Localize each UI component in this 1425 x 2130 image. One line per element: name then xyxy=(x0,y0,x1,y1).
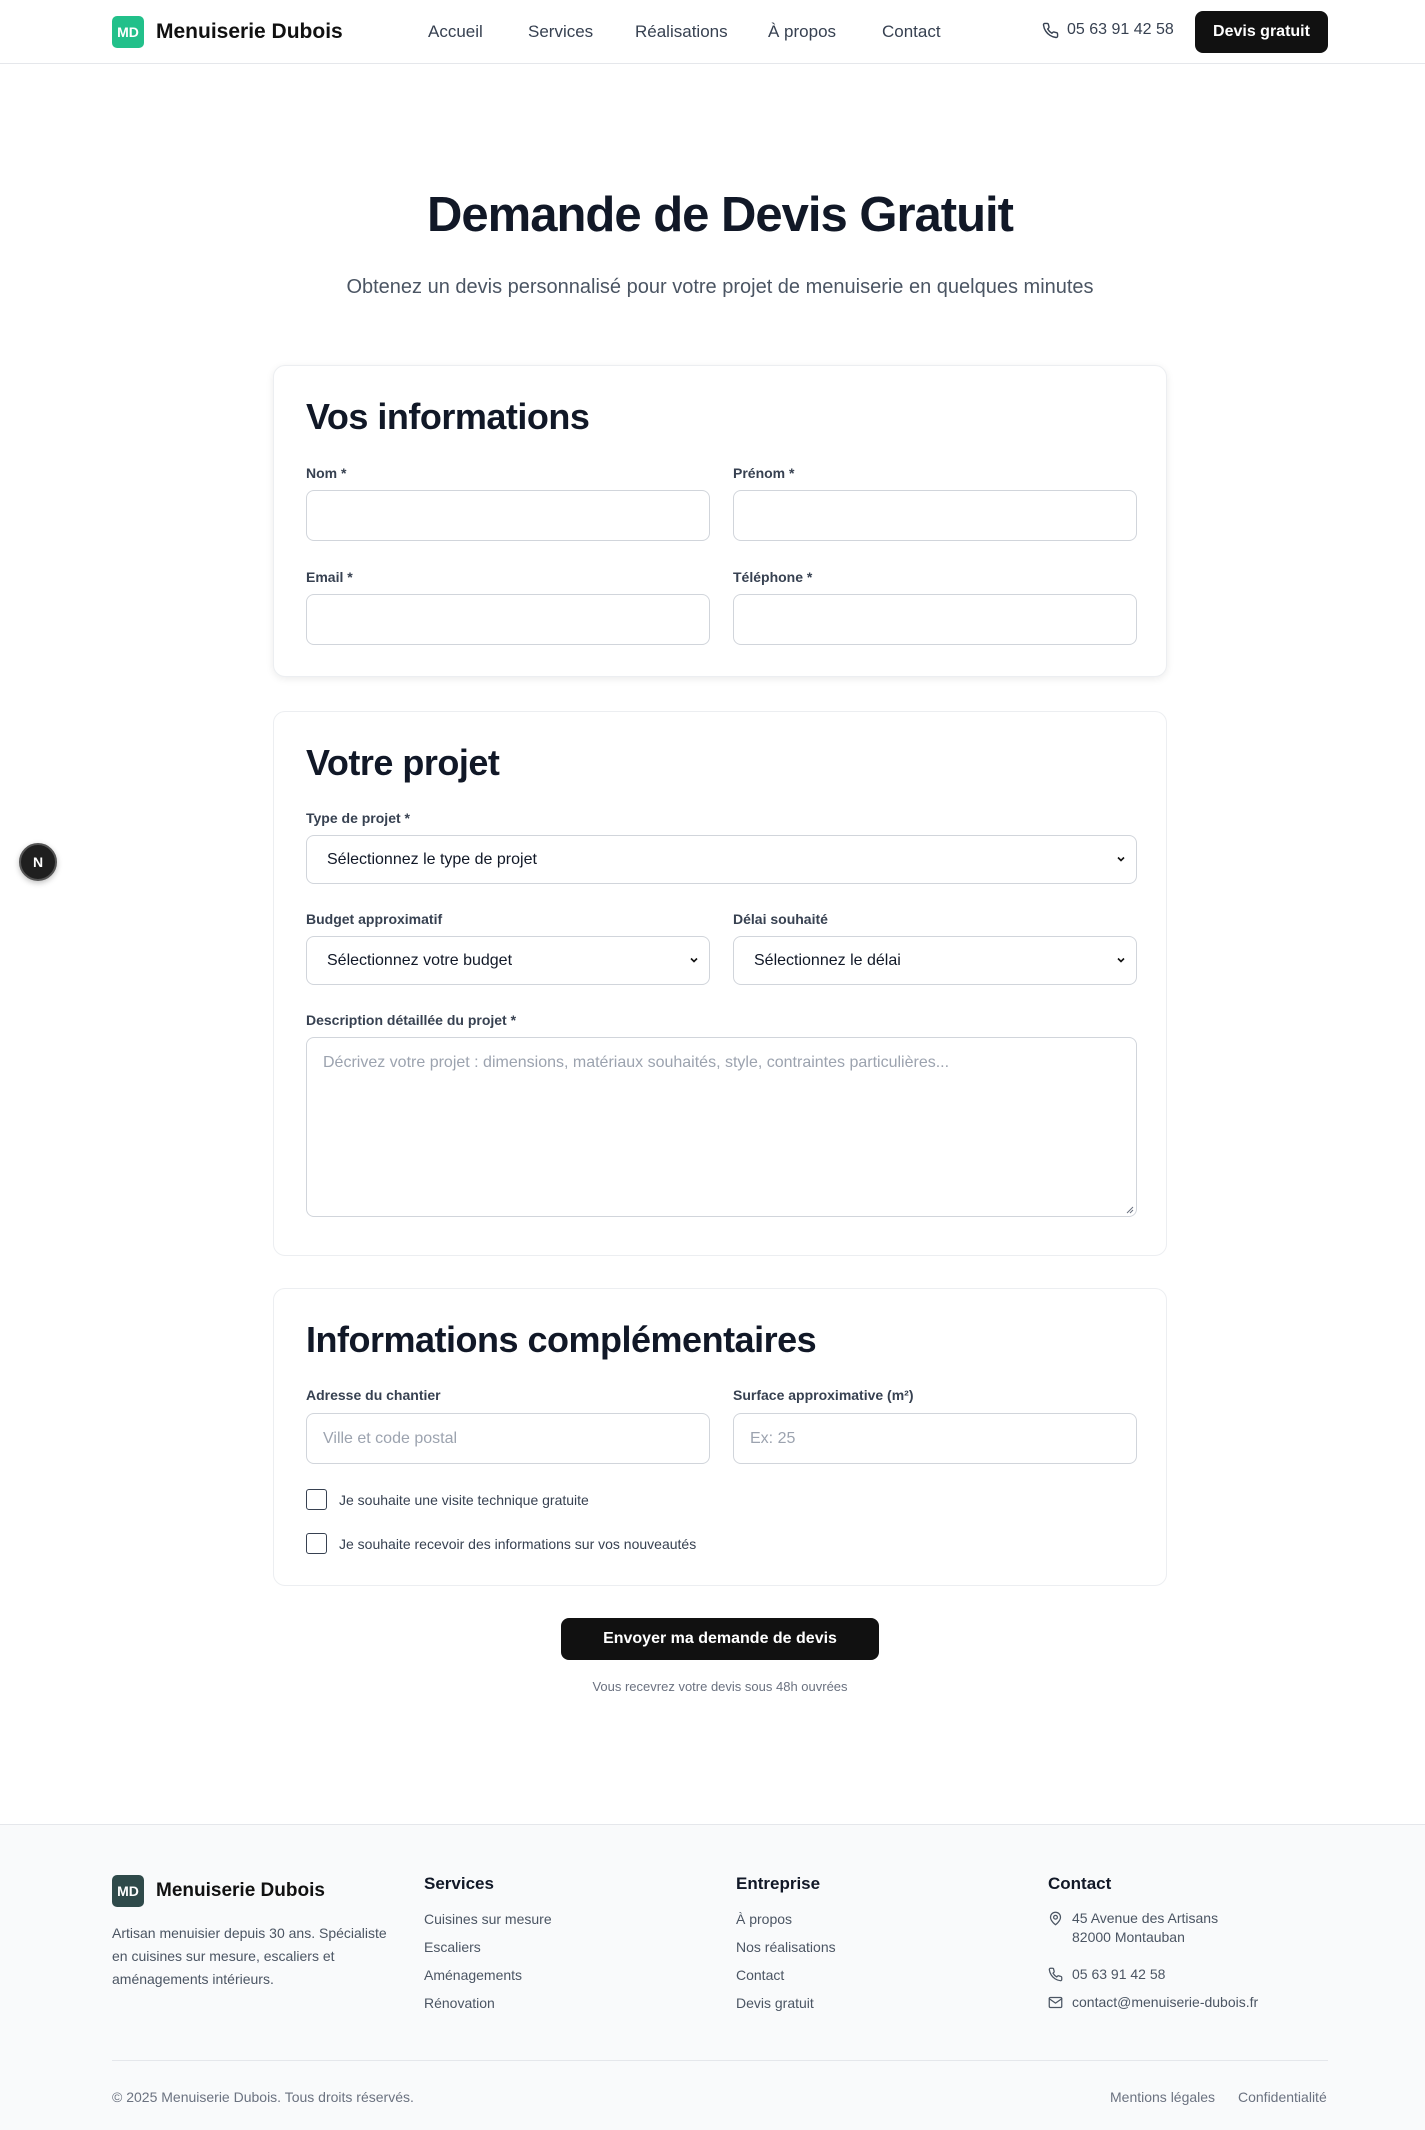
nav-realisations[interactable]: Réalisations xyxy=(635,22,728,42)
adresse-input[interactable]: Ville et code postal xyxy=(306,1413,710,1464)
footer-divider xyxy=(112,2060,1328,2061)
header-phone-number: 05 63 91 42 58 xyxy=(1067,21,1174,38)
footer-link-contact[interactable]: Contact xyxy=(736,1967,784,1983)
footer-description: Artisan menuisier depuis 30 ans. Spécial… xyxy=(112,1925,387,1987)
description-label: Description détaillée du projet * xyxy=(306,1012,517,1028)
footer-phone-number: 05 63 91 42 58 xyxy=(1072,1966,1166,1982)
budget-select[interactable]: Sélectionnez votre budget xyxy=(306,936,710,985)
budget-label: Budget approximatif xyxy=(306,911,443,927)
surface-placeholder: Ex: 25 xyxy=(750,1429,796,1447)
email-input[interactable] xyxy=(306,594,710,645)
footer-address-line2: 82000 Montauban xyxy=(1072,1929,1185,1945)
footer-address: 45 Avenue des Artisans 82000 Montauban xyxy=(1048,1909,1218,1947)
nav-accueil[interactable]: Accueil xyxy=(428,22,483,42)
visite-technique-option[interactable]: Je souhaite une visite technique gratuit… xyxy=(306,1489,589,1510)
prenom-label: Prénom * xyxy=(733,465,795,481)
adresse-placeholder: Ville et code postal xyxy=(323,1429,458,1447)
footer-logo-badge: MD xyxy=(112,1875,144,1907)
footer-link-realisations[interactable]: Nos réalisations xyxy=(736,1939,836,1955)
chevron-down-icon xyxy=(1117,957,1125,963)
budget-value: Sélectionnez votre budget xyxy=(327,951,513,969)
nav-services[interactable]: Services xyxy=(528,22,593,42)
dev-tools-badge[interactable]: N xyxy=(19,843,57,881)
phone-icon xyxy=(1042,22,1059,38)
nom-label: Nom * xyxy=(306,465,347,481)
visite-technique-label: Je souhaite une visite technique gratuit… xyxy=(339,1491,589,1508)
footer-link-mentions-legales[interactable]: Mentions légales xyxy=(1110,2089,1215,2105)
newsletter-label: Je souhaite recevoir des informations su… xyxy=(339,1535,697,1552)
nom-input[interactable] xyxy=(306,490,710,541)
description-textarea[interactable]: Décrivez votre projet : dimensions, maté… xyxy=(306,1037,1137,1217)
surface-label: Surface approximative (m²) xyxy=(733,1387,914,1403)
delai-label: Délai souhaité xyxy=(733,911,828,927)
brand-name[interactable]: Menuiserie Dubois xyxy=(156,20,343,44)
delai-select[interactable]: Sélectionnez le délai xyxy=(733,936,1137,985)
visite-technique-checkbox[interactable] xyxy=(306,1489,327,1510)
site-footer: MD Menuiserie Dubois Artisan menuisier d… xyxy=(0,1824,1425,2130)
page-title: Demande de Devis Gratuit xyxy=(427,188,1014,242)
site-header: MD Menuiserie Dubois Accueil Services Ré… xyxy=(0,0,1425,64)
footer-company-title: Entreprise xyxy=(736,1874,821,1893)
page-subtitle: Obtenez un devis personnalisé pour votre… xyxy=(346,276,1094,298)
footer-address-line1: 45 Avenue des Artisans xyxy=(1072,1910,1219,1926)
project-card-title: Votre projet xyxy=(306,742,500,783)
type-projet-select[interactable]: Sélectionnez le type de projet xyxy=(306,835,1137,884)
footer-contact-title: Contact xyxy=(1048,1874,1112,1893)
type-projet-value: Sélectionnez le type de projet xyxy=(327,850,537,868)
footer-link-cuisines[interactable]: Cuisines sur mesure xyxy=(424,1911,552,1927)
submit-note: Vous recevrez votre devis sous 48h ouvré… xyxy=(592,1679,848,1694)
footer-link-devis[interactable]: Devis gratuit xyxy=(736,1995,814,2011)
nav-contact[interactable]: Contact xyxy=(882,22,941,42)
email-label: Email * xyxy=(306,569,353,585)
extra-card-title: Informations complémentaires xyxy=(306,1319,817,1360)
footer-services-title: Services xyxy=(424,1874,494,1893)
description-placeholder: Décrivez votre projet : dimensions, maté… xyxy=(323,1054,950,1071)
footer-brand: Menuiserie Dubois xyxy=(156,1880,325,1901)
info-card: Vos informations Nom * Prénom * Email * … xyxy=(273,365,1167,677)
telephone-input[interactable] xyxy=(733,594,1137,645)
type-projet-label: Type de projet * xyxy=(306,810,410,826)
footer-email-address: contact@menuiserie-dubois.fr xyxy=(1072,1994,1259,2010)
header-phone[interactable]: 05 63 91 42 58 xyxy=(1042,21,1174,39)
telephone-label: Téléphone * xyxy=(733,569,813,585)
adresse-label: Adresse du chantier xyxy=(306,1387,441,1403)
delai-value: Sélectionnez le délai xyxy=(754,951,901,969)
logo-badge[interactable]: MD xyxy=(112,16,144,48)
footer-copyright: © 2025 Menuiserie Dubois. Tous droits ré… xyxy=(112,2089,414,2105)
newsletter-option[interactable]: Je souhaite recevoir des informations su… xyxy=(306,1533,696,1554)
footer-link-renovation[interactable]: Rénovation xyxy=(424,1995,495,2011)
phone-icon xyxy=(1048,1967,1063,1982)
submit-quote-button[interactable]: Envoyer ma demande de devis xyxy=(561,1618,879,1660)
footer-link-escaliers[interactable]: Escaliers xyxy=(424,1939,481,1955)
chevron-down-icon xyxy=(690,957,698,963)
surface-input[interactable]: Ex: 25 xyxy=(733,1413,1137,1464)
nav-a-propos[interactable]: À propos xyxy=(768,22,836,42)
footer-link-amenagements[interactable]: Aménagements xyxy=(424,1967,522,1983)
map-pin-icon xyxy=(1049,1911,1062,1926)
footer-phone[interactable]: 05 63 91 42 58 xyxy=(1048,1965,1165,1984)
extra-info-card: Informations complémentaires Adresse du … xyxy=(273,1288,1167,1586)
newsletter-checkbox[interactable] xyxy=(306,1533,327,1554)
mail-icon xyxy=(1048,1996,1063,2009)
project-card: Votre projet Type de projet * Sélectionn… xyxy=(273,711,1167,1256)
resize-handle-icon[interactable] xyxy=(1124,1204,1134,1214)
info-card-title: Vos informations xyxy=(306,396,590,437)
footer-email[interactable]: contact@menuiserie-dubois.fr xyxy=(1048,1993,1258,2012)
footer-link-confidentialite[interactable]: Confidentialité xyxy=(1238,2089,1327,2105)
footer-link-a-propos[interactable]: À propos xyxy=(736,1911,792,1927)
prenom-input[interactable] xyxy=(733,490,1137,541)
chevron-down-icon xyxy=(1117,856,1125,862)
devis-gratuit-button[interactable]: Devis gratuit xyxy=(1195,11,1328,53)
